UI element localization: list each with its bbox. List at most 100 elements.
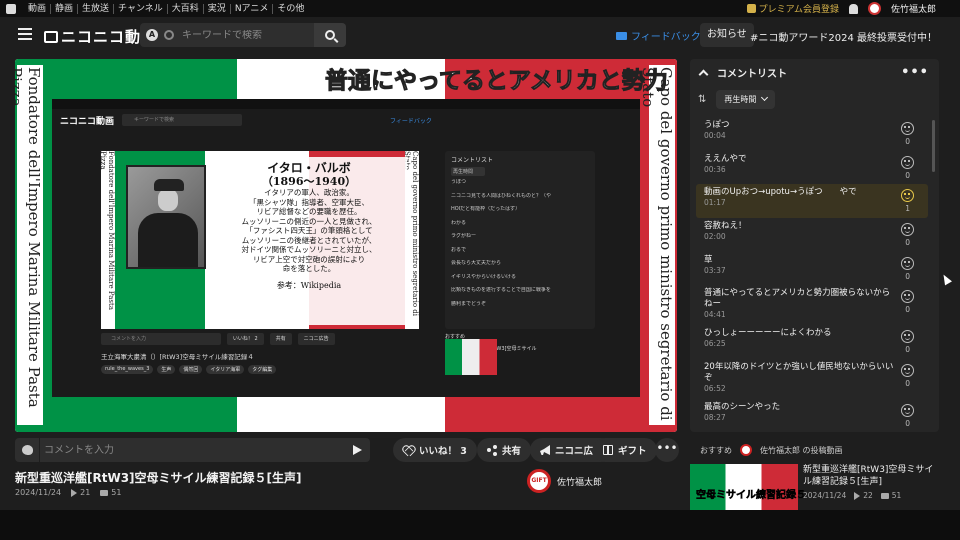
share-button[interactable]: 共有 xyxy=(477,438,532,462)
video-player[interactable]: Fondatore dell'Impero Marina Militare Pa… xyxy=(15,59,677,432)
more-icon[interactable]: ••• xyxy=(901,65,929,80)
inner-comment-input: コメントを入力 xyxy=(101,333,221,345)
heart-icon xyxy=(403,445,414,455)
comment-row[interactable]: ひっしょーーーーーによくわかる 06:25 0 xyxy=(696,325,928,359)
premium-label: プレミアム会員登録 xyxy=(758,5,839,15)
topbar-right: プレミアム会員登録 佐竹福太郎 xyxy=(746,0,936,17)
premium-link[interactable]: プレミアム会員登録 xyxy=(746,2,839,15)
gift-label: ギフト xyxy=(618,446,647,457)
tv-icon xyxy=(44,30,58,43)
bio-title: イタロ・バルボ xyxy=(267,161,351,175)
owner-avatar[interactable]: GIFT xyxy=(527,469,551,493)
comment-text: 20年以降のドイツとか強いし値民地ないからいいぞ xyxy=(704,362,894,384)
nav-link-seiga[interactable]: 静画 xyxy=(51,3,79,14)
recommend-views: 22 xyxy=(863,491,873,500)
nav-link-jikkyo[interactable]: 実況 xyxy=(204,3,231,14)
inner-tag: タグ編集 xyxy=(248,365,277,374)
owner-name[interactable]: 佐竹福太郎 xyxy=(557,475,602,488)
notice-button[interactable]: お知らせ xyxy=(700,23,754,47)
inner-topbar xyxy=(52,99,640,109)
right-vertical-text: Capo del governo primo ministro segretar… xyxy=(639,65,675,425)
comment-time: 06:52 xyxy=(704,384,726,394)
inner-comment: HOIだと有能枠（だったはず） xyxy=(451,206,521,212)
reaction-face-icon[interactable] xyxy=(901,290,914,304)
recommend-title[interactable]: 新型重巡洋艦[RtW3]空母ミサイル練習記録５[生声] xyxy=(803,464,938,488)
ai-search-icon[interactable]: A xyxy=(146,29,158,41)
nav-link-dic[interactable]: 大百科 xyxy=(168,3,204,14)
comment-row-highlighted[interactable]: 動画のUpおつ→upotu→うぽつ やで 01:17 1 xyxy=(696,184,928,219)
nav-link-channel[interactable]: チャンネル xyxy=(114,3,168,14)
comment-time: 06:25 xyxy=(704,339,726,349)
send-button[interactable] xyxy=(345,438,370,462)
reaction-face-icon[interactable] xyxy=(901,364,914,378)
comment-time: 00:36 xyxy=(704,164,726,174)
reaction-face-icon[interactable] xyxy=(901,122,914,135)
comment-row[interactable]: 容赦ねえ！ 02:00 0 xyxy=(696,218,928,252)
nav-link-nanime[interactable]: Nアニメ xyxy=(231,3,274,14)
gift-button[interactable]: ギフト xyxy=(593,438,657,462)
palette-icon[interactable] xyxy=(15,438,39,462)
sort-icon[interactable]: ⇅ xyxy=(698,94,706,105)
reaction-count: 0 xyxy=(905,419,910,429)
nav-link-other[interactable]: その他 xyxy=(273,4,308,14)
portrait-photo xyxy=(126,165,206,269)
sort-dropdown[interactable]: 再生時間 xyxy=(716,89,776,109)
reaction-count: 0 xyxy=(905,305,910,315)
reaction-face-icon[interactable] xyxy=(901,223,914,237)
search-input[interactable] xyxy=(182,29,302,41)
owner-videos-tab[interactable]: 佐竹福太郎 の投稿動画 xyxy=(760,445,843,456)
inner-video: Fondatore dell'Impero Marina Militare Pa… xyxy=(99,151,419,329)
comment-row[interactable]: ええんやで 00:36 0 xyxy=(696,151,928,185)
notice-text[interactable]: #ニコ動アワード2024 最終投票受付中！ xyxy=(750,29,937,44)
inner-tag: rule_the_waves_3 xyxy=(101,365,154,374)
bio-line: 命を落とした。 xyxy=(282,264,336,273)
comment-text: ひっしょーーーーーによくわかる xyxy=(704,328,832,339)
inner-comment: わかる xyxy=(451,219,467,226)
nav-link-live[interactable]: 生放送 xyxy=(78,3,115,14)
taskbar-strip xyxy=(0,510,960,540)
reaction-count: 0 xyxy=(905,170,910,180)
comment-time: 04:41 xyxy=(704,310,726,320)
share-label: 共有 xyxy=(502,446,522,457)
search-icon xyxy=(325,30,335,40)
search-button[interactable] xyxy=(314,23,346,47)
video-title: 新型重巡洋艦[RtW3]空母ミサイル練習記録５[生声] xyxy=(15,471,302,485)
inner-share: 共有 xyxy=(269,333,292,345)
comment-row[interactable]: うぽつ 00:04 0 xyxy=(696,117,928,151)
comment-row[interactable]: 最高のシーンやった 08:27 0 xyxy=(696,399,928,433)
like-button[interactable]: いいね！ 3 xyxy=(393,438,477,462)
recommend-tab[interactable]: おすすめ xyxy=(700,445,732,456)
user-name[interactable]: 佐竹福太郎 xyxy=(891,2,936,15)
recommend-comments: 51 xyxy=(891,491,902,500)
inner-comment: 勝利までどうぞ xyxy=(451,300,487,307)
inner-cm-title: コメントリスト xyxy=(451,157,494,164)
comment-time: 03:37 xyxy=(704,265,726,275)
reaction-count: 0 xyxy=(905,345,910,355)
danmaku-comment: 普通にやってるとアメリカと勢力 xyxy=(325,68,669,95)
more-actions-button[interactable]: ••• xyxy=(655,438,679,462)
video-owner[interactable]: GIFT 佐竹福太郎 xyxy=(527,469,602,493)
inner-right-vertical: Capo del governo primo ministro segretar… xyxy=(403,151,419,329)
recommend-thumbnail[interactable]: 空母ミサイル練習記録５ xyxy=(690,464,806,512)
gift-icon xyxy=(603,445,613,455)
recommend-card[interactable]: 空母ミサイル練習記録５ 新型重巡洋艦[RtW3]空母ミサイル練習記録５[生声] … xyxy=(690,464,940,514)
clip-icon[interactable] xyxy=(161,27,177,43)
comment-scrollbar[interactable] xyxy=(932,120,935,172)
comment-row[interactable]: 草 03:37 0 xyxy=(696,252,928,286)
comment-input[interactable] xyxy=(40,438,345,462)
chevron-up-icon[interactable] xyxy=(698,69,709,79)
bell-icon[interactable] xyxy=(848,3,858,14)
feedback-link[interactable]: フィードバック xyxy=(616,28,701,43)
nav-link-douga[interactable]: 動画 xyxy=(24,3,52,14)
niconico-logo-icon[interactable] xyxy=(6,3,16,14)
menu-icon[interactable] xyxy=(18,28,32,40)
inner-comment: 比類なきものを遂行することで自国に戦争を xyxy=(451,287,551,293)
reaction-face-icon[interactable] xyxy=(901,155,914,169)
reaction-face-icon[interactable] xyxy=(901,256,914,270)
inner-tag: イタリア海軍 xyxy=(206,365,245,374)
comment-row[interactable]: 20年以降のドイツとか強いし値民地ないからいいぞ 06:52 0 xyxy=(696,359,928,399)
user-avatar[interactable] xyxy=(867,2,881,15)
inner-search: キーワードで検索 xyxy=(122,114,243,126)
comment-row[interactable]: 普通にやってるとアメリカと勢力圏被らないからねー 04:41 0 xyxy=(696,285,928,325)
like-label: いいね！ 3 xyxy=(419,446,467,457)
